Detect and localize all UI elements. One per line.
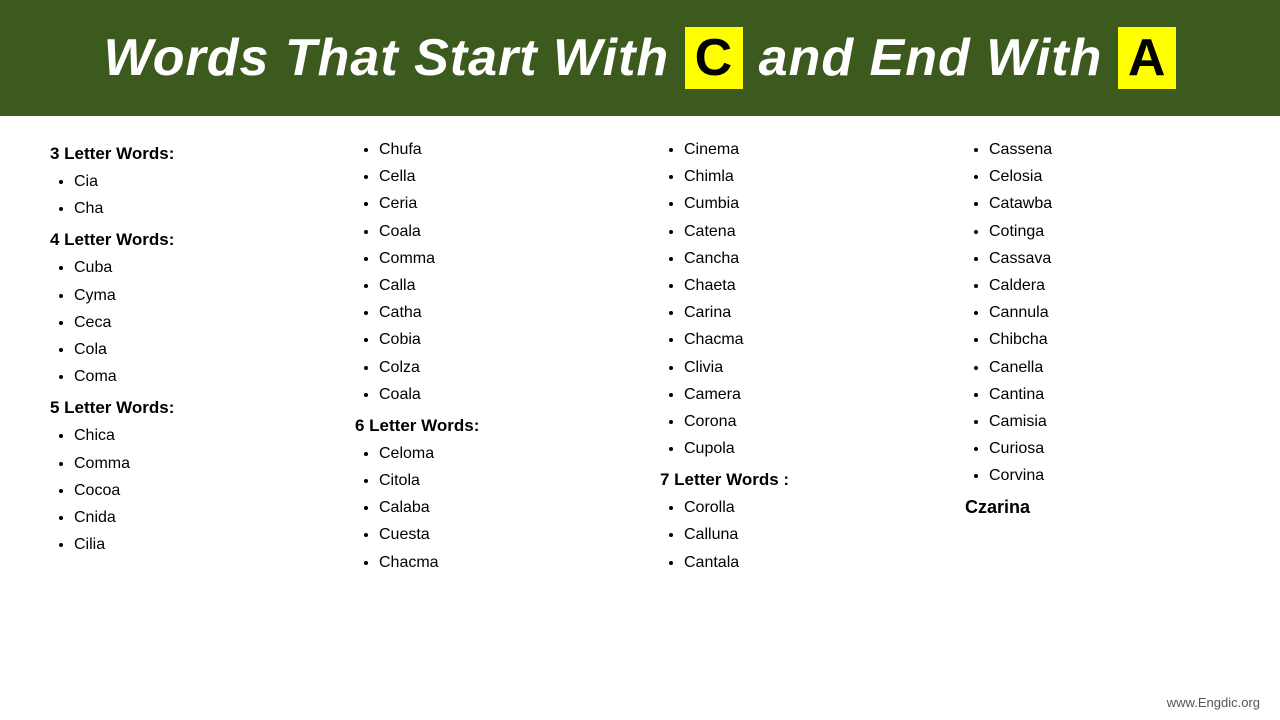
column-2: ChufaCellaCeriaCoalaCommaCallaCathaCobia… — [345, 136, 630, 576]
list-item: Ceca — [74, 309, 315, 336]
list-item: Cotinga — [989, 218, 1230, 245]
section-title-0-2: 5 Letter Words: — [50, 398, 315, 418]
list-item: Camisia — [989, 408, 1230, 435]
footer-url: www.Engdic.org — [1167, 695, 1260, 710]
list-item: Chacma — [684, 326, 925, 353]
list-item: Coala — [379, 381, 620, 408]
list-item: Cantina — [989, 381, 1230, 408]
section-title-0-1: 4 Letter Words: — [50, 230, 315, 250]
word-list-3-0: CassenaCelosiaCatawbaCotingaCassavaCalde… — [965, 136, 1230, 489]
word-list-1-0: ChufaCellaCeriaCoalaCommaCallaCathaCobia… — [355, 136, 620, 408]
list-item: Cha — [74, 195, 315, 222]
list-item: Comma — [74, 450, 315, 477]
letter-a-highlight: A — [1118, 27, 1177, 89]
list-item: Catena — [684, 218, 925, 245]
list-item: Celoma — [379, 440, 620, 467]
list-item: Cyma — [74, 282, 315, 309]
list-item: Calaba — [379, 494, 620, 521]
list-item: Comma — [379, 245, 620, 272]
section-title-0-0: 3 Letter Words: — [50, 144, 315, 164]
list-item: Corvina — [989, 462, 1230, 489]
list-item: Camera — [684, 381, 925, 408]
word-list-2-0: CinemaChimlaCumbiaCatenaCanchaChaetaCari… — [660, 136, 925, 462]
list-item: Citola — [379, 467, 620, 494]
list-item: Chica — [74, 422, 315, 449]
list-item: Calla — [379, 272, 620, 299]
list-item: Coma — [74, 363, 315, 390]
czarina-text: Czarina — [965, 497, 1230, 518]
word-list-0-2: ChicaCommaCocoaCnidaCilia — [50, 422, 315, 558]
list-item: Chibcha — [989, 326, 1230, 353]
main-content: 3 Letter Words: CiaCha 4 Letter Words: Cuba… — [0, 116, 1280, 586]
word-list-0-1: CubaCymaCecaColaComa — [50, 254, 315, 390]
page-title: Words That Start With C and End With A — [40, 28, 1240, 88]
list-item: Catawba — [989, 190, 1230, 217]
column-3: CinemaChimlaCumbiaCatenaCanchaChaetaCari… — [650, 136, 935, 576]
list-item: Cupola — [684, 435, 925, 462]
list-item: Cancha — [684, 245, 925, 272]
word-list-2-1: CorollaCallunaCantala — [660, 494, 925, 576]
list-item: Cilia — [74, 531, 315, 558]
section-title-1-1: 6 Letter Words: — [355, 416, 620, 436]
list-item: Cocoa — [74, 477, 315, 504]
list-item: Cassena — [989, 136, 1230, 163]
column-4: CassenaCelosiaCatawbaCotingaCassavaCalde… — [955, 136, 1240, 576]
list-item: Chufa — [379, 136, 620, 163]
letter-c-highlight: C — [685, 27, 744, 89]
title-text-before: Words That Start With — [104, 29, 670, 87]
column-1: 3 Letter Words: CiaCha 4 Letter Words: Cuba… — [40, 136, 325, 576]
list-item: Cia — [74, 168, 315, 195]
list-item: Colza — [379, 354, 620, 381]
list-item: Cantala — [684, 549, 925, 576]
list-item: Ceria — [379, 190, 620, 217]
list-item: Cobia — [379, 326, 620, 353]
list-item: Curiosa — [989, 435, 1230, 462]
page-header: Words That Start With C and End With A — [0, 0, 1280, 116]
list-item: Chacma — [379, 549, 620, 576]
list-item: Caldera — [989, 272, 1230, 299]
list-item: Clivia — [684, 354, 925, 381]
list-item: Cuba — [74, 254, 315, 281]
word-list-0-0: CiaCha — [50, 168, 315, 222]
list-item: Cannula — [989, 299, 1230, 326]
section-title-2-1: 7 Letter Words : — [660, 470, 925, 490]
list-item: Cuesta — [379, 521, 620, 548]
list-item: Catha — [379, 299, 620, 326]
list-item: Cinema — [684, 136, 925, 163]
list-item: Cella — [379, 163, 620, 190]
list-item: Cnida — [74, 504, 315, 531]
list-item: Coala — [379, 218, 620, 245]
list-item: Carina — [684, 299, 925, 326]
list-item: Cola — [74, 336, 315, 363]
list-item: Celosia — [989, 163, 1230, 190]
list-item: Chaeta — [684, 272, 925, 299]
list-item: Corolla — [684, 494, 925, 521]
list-item: Chimla — [684, 163, 925, 190]
list-item: Canella — [989, 354, 1230, 381]
list-item: Calluna — [684, 521, 925, 548]
title-text-middle: and End With — [759, 29, 1103, 87]
list-item: Corona — [684, 408, 925, 435]
word-list-1-1: CelomaCitolaCalabaCuestaChacma — [355, 440, 620, 576]
list-item: Cumbia — [684, 190, 925, 217]
list-item: Cassava — [989, 245, 1230, 272]
